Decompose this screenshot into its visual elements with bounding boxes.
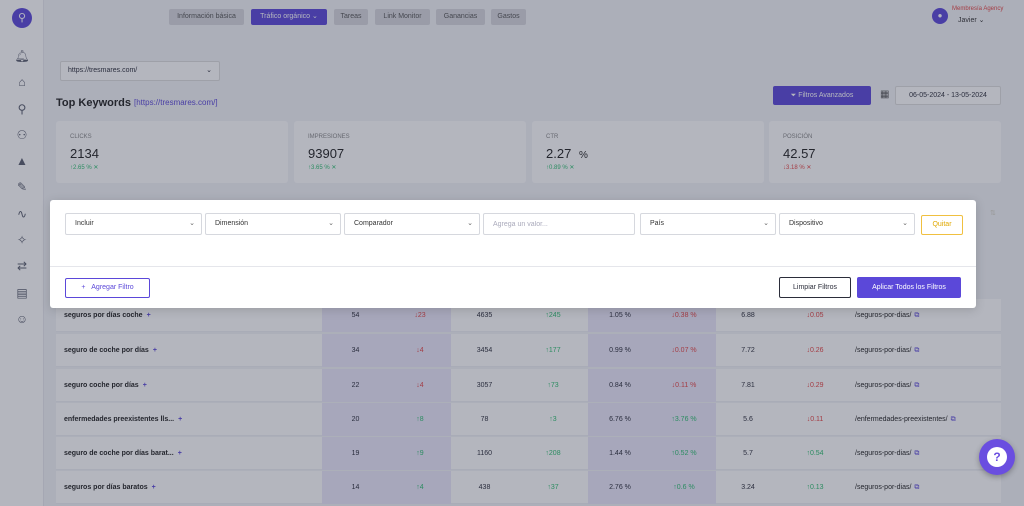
chevron-down-icon: ⌄ <box>189 220 195 227</box>
help-button[interactable]: ? <box>979 439 1015 475</box>
chevron-down-icon: ⌄ <box>467 220 473 227</box>
country-select[interactable]: País ⌄ <box>640 213 776 235</box>
comparator-select[interactable]: Comparador ⌄ <box>344 213 480 235</box>
clear-filters-button[interactable]: Limpiar Filtros <box>779 277 851 298</box>
chevron-down-icon: ⌄ <box>328 220 334 227</box>
sort-icon[interactable]: ⇅ <box>990 209 996 217</box>
apply-filters-button[interactable]: Aplicar Todos los Filtros <box>857 277 961 298</box>
device-select[interactable]: Dispositivo ⌄ <box>779 213 915 235</box>
chevron-down-icon: ⌄ <box>763 220 769 227</box>
filter-modal: Incluir ⌄ Dimensión ⌄ Comparador ⌄ País ⌄ Di… <box>50 200 976 308</box>
comparator-select-value: Comparador <box>354 220 393 227</box>
dimension-select-value: Dimensión <box>215 220 249 227</box>
add-filter-button[interactable]: + Agregar Filtro <box>65 278 150 298</box>
chevron-down-icon: ⌄ <box>902 220 908 227</box>
dimension-select[interactable]: Dimensión ⌄ <box>205 213 341 235</box>
include-select-value: Incluir <box>75 220 94 227</box>
add-filter-label: Agregar Filtro <box>91 284 134 291</box>
country-select-value: País <box>650 220 665 227</box>
device-select-value: Dispositivo <box>789 220 823 227</box>
modal-divider <box>50 266 976 267</box>
question-icon: ? <box>987 447 1007 467</box>
value-input[interactable] <box>483 213 635 235</box>
remove-filter-button[interactable]: Quitar <box>921 215 963 235</box>
plus-icon: + <box>81 284 86 291</box>
include-select[interactable]: Incluir ⌄ <box>65 213 202 235</box>
